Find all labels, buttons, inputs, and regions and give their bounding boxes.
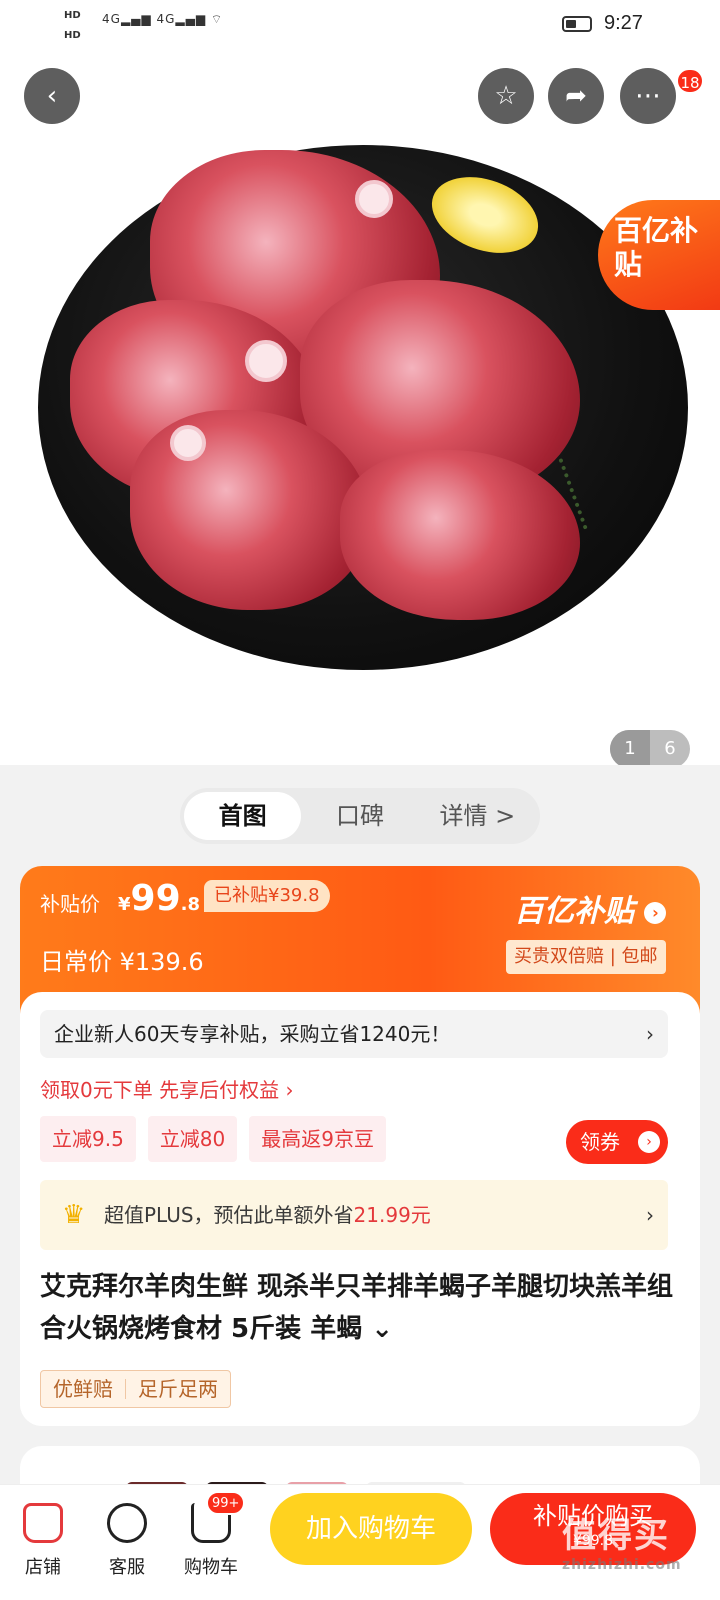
credit-offer-link[interactable]: 领取0元下单 先享后付权益 › <box>40 1074 293 1103</box>
subsidy-brand-link[interactable]: 百亿补贴 › <box>514 886 667 930</box>
bone-detail <box>245 340 287 382</box>
chevron-right-icon: › <box>646 1203 654 1227</box>
chevron-right-icon: › <box>638 1131 660 1153</box>
clock: 9:27 <box>604 12 643 34</box>
store-icon <box>23 1503 63 1543</box>
battery-icon <box>562 16 592 32</box>
chevron-right-icon: › <box>646 1022 654 1046</box>
back-button[interactable]: ‹ <box>24 68 80 124</box>
product-image-gallery[interactable]: 百亿补贴 1 6 <box>0 50 720 765</box>
tab-reviews[interactable]: 口碑 <box>301 792 418 840</box>
share-icon[interactable]: ➦ <box>548 68 604 124</box>
subsidy-price: ¥99.8 <box>118 878 201 919</box>
subsidy-price-label: 补贴价 <box>40 892 100 916</box>
section-tabs: 首图 口碑 详情 > <box>180 788 540 844</box>
cart-count-badge: 99+ <box>206 1491 246 1515</box>
message-badge: 18 <box>676 68 704 94</box>
chat-icon <box>107 1503 147 1543</box>
more-button[interactable]: ⋯ <box>620 68 676 124</box>
subsidized-amount: 已补贴¥39.8 <box>204 880 330 912</box>
chevron-right-icon: › <box>644 901 667 924</box>
image-pager: 1 6 <box>610 730 690 765</box>
get-coupon-button[interactable]: 领券 › <box>566 1120 668 1164</box>
customer-service-button[interactable]: 客服 <box>92 1503 162 1579</box>
signal-icon: 4G▂▄▆ 4G▂▄▆ ⌔ <box>102 12 224 26</box>
add-to-cart-button[interactable]: 加入购物车 <box>270 1493 472 1565</box>
coupon-list: 立减9.5 立减80 最高返9京豆 <box>40 1116 386 1162</box>
service-tags[interactable]: 优鲜赔 足斤足两 <box>40 1370 231 1408</box>
store-button[interactable]: 店铺 <box>8 1503 78 1579</box>
product-info-card: 补贴价 ¥99.8 已补贴¥39.8 日常价 ¥139.6 百亿补贴 › 买贵双… <box>20 866 700 1426</box>
service-tag: 优鲜赔 <box>53 1377 113 1401</box>
promo-section: 企业新人60天专享补贴，采购立省1240元！ › 领取0元下单 先享后付权益 ›… <box>20 992 700 1426</box>
guarantee-badge: 买贵双倍赔 | 包邮 <box>506 940 666 974</box>
coupon-tag[interactable]: 立减80 <box>147 1116 238 1162</box>
bone-detail <box>355 180 393 218</box>
hd-indicator: HD HD <box>64 10 81 41</box>
subsidy-tag: 百亿补贴 <box>598 200 720 310</box>
favorite-star-icon[interactable]: ☆ <box>478 68 534 124</box>
coupon-tag[interactable]: 立减9.5 <box>40 1116 136 1162</box>
service-tag: 足斤足两 <box>138 1377 218 1401</box>
bone-detail <box>170 425 206 461</box>
crown-icon: ♛ <box>62 1200 86 1230</box>
tab-main-image[interactable]: 首图 <box>184 792 302 840</box>
watermark-logo: 值得买 zhizhizhi.com <box>562 1516 682 1573</box>
coupon-tag[interactable]: 最高返9京豆 <box>249 1116 386 1162</box>
daily-price: 日常价 ¥139.6 <box>40 948 204 976</box>
plus-savings-banner[interactable]: ♛ 超值PLUS，预估此单额外省21.99元 › <box>40 1180 668 1250</box>
product-title[interactable]: 艾克拜尔羊肉生鲜 现杀半只羊排羊蝎子羊腿切块羔羊组合火锅烧烤食材 5斤装 羊蝎 … <box>40 1266 680 1350</box>
tab-details[interactable]: 详情 > <box>419 792 536 840</box>
status-bar: HD HD 4G▂▄▆ 4G▂▄▆ ⌔ 9:27 <box>0 0 720 50</box>
enterprise-promo[interactable]: 企业新人60天专享补贴，采购立省1240元！ › <box>40 1010 668 1058</box>
